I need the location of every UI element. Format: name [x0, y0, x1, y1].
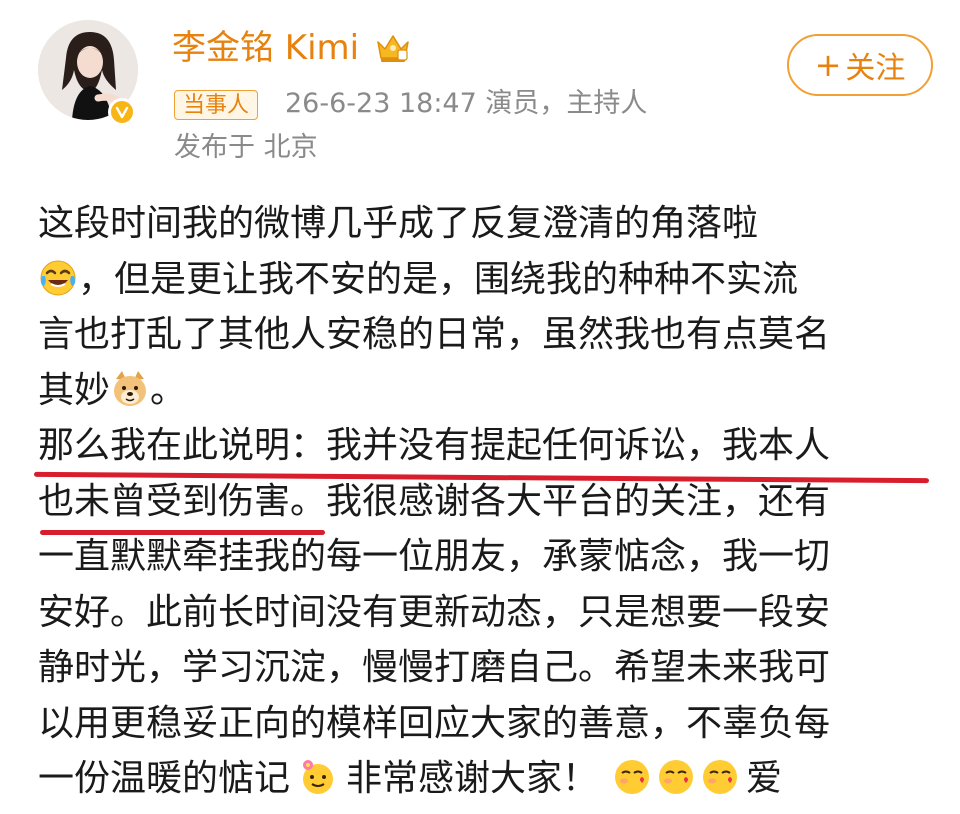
post-location: 发布于 北京	[174, 132, 318, 163]
username[interactable]: 李金铭 Kimi	[172, 26, 359, 70]
post-text: 那么我在此说明：我并没有提起任何诉讼，我本人	[38, 425, 831, 466]
follow-button[interactable]: + 关注	[787, 34, 933, 96]
post-text: 爱	[746, 758, 783, 799]
post-text: 。	[150, 369, 187, 411]
tears-of-joy-emoji-icon	[38, 258, 78, 298]
post-text: 言也打乱了其他人安稳的日常，虽然我也有点莫名	[38, 314, 831, 355]
post-body: 这段时间我的微博几乎成了反复澄清的角落啦 ，但是更让我不安的是，围绕我的种种不实…	[38, 196, 938, 807]
crown-icon	[375, 32, 411, 68]
doge-emoji-icon	[110, 369, 150, 409]
post-text: 其妙	[38, 369, 111, 411]
blowing-kiss-emoji-icon	[656, 757, 696, 797]
post-line: 静时光，学习沉淀，慢慢打磨自己。希望未来我可	[38, 640, 938, 696]
post-text: 非常感谢大家！	[346, 758, 599, 799]
post-line: ，但是更让我不安的是，围绕我的种种不实流	[38, 252, 938, 308]
post-line: 那么我在此说明：我并没有提起任何诉讼，我本人	[38, 418, 938, 474]
post-line: 一直默默牵挂我的每一位朋友，承蒙惦念，我一切	[38, 529, 938, 585]
post-text: 也未曾受到伤害	[38, 480, 291, 522]
flower-emoji-icon	[298, 757, 338, 797]
post-text: 这段时间我的微博几乎成了反复澄清的角落啦	[38, 203, 759, 244]
post-text: 静时光，学习沉淀，慢慢打磨自己。希望未来我可	[38, 647, 831, 688]
post-text: 一份温暖的惦记	[38, 758, 291, 799]
plus-icon: +	[814, 46, 842, 84]
verified-icon	[108, 98, 136, 126]
party-badge: 当事人	[174, 90, 259, 120]
post-line: 一份温暖的惦记 非常感谢大家！ 爱	[38, 751, 938, 807]
post-text: ，但是更让我不安的是，围绕我的种种不实流	[78, 258, 799, 300]
follow-label: 关注	[845, 51, 906, 86]
post-line: 这段时间我的微博几乎成了反复澄清的角落啦	[38, 196, 938, 252]
post-text: 以用更稳妥正向的模样回应大家的善意，不辜负每	[38, 702, 831, 744]
blowing-kiss-emoji-icon	[700, 757, 740, 797]
post-time-and-role: 26-6-23 18:47 演员，主持人	[285, 88, 648, 119]
post-text: 。我很感谢各大平台的关注，还有	[290, 480, 831, 522]
post-line: 以用更稳妥正向的模样回应大家的善意，不辜负每	[38, 696, 938, 752]
post-text: 安好。此前长时间没有更新动态，只是想要一段安	[38, 591, 831, 633]
blowing-kiss-emoji-icon	[612, 757, 652, 797]
red-underline-annotation	[40, 530, 325, 535]
post-line: 言也打乱了其他人安稳的日常，虽然我也有点莫名	[38, 307, 938, 363]
post-line: 安好。此前长时间没有更新动态，只是想要一段安	[38, 585, 938, 641]
post-line: 其妙 。	[38, 363, 938, 419]
post-text: 一直默默牵挂我的每一位朋友，承蒙惦念，我一切	[38, 536, 831, 577]
